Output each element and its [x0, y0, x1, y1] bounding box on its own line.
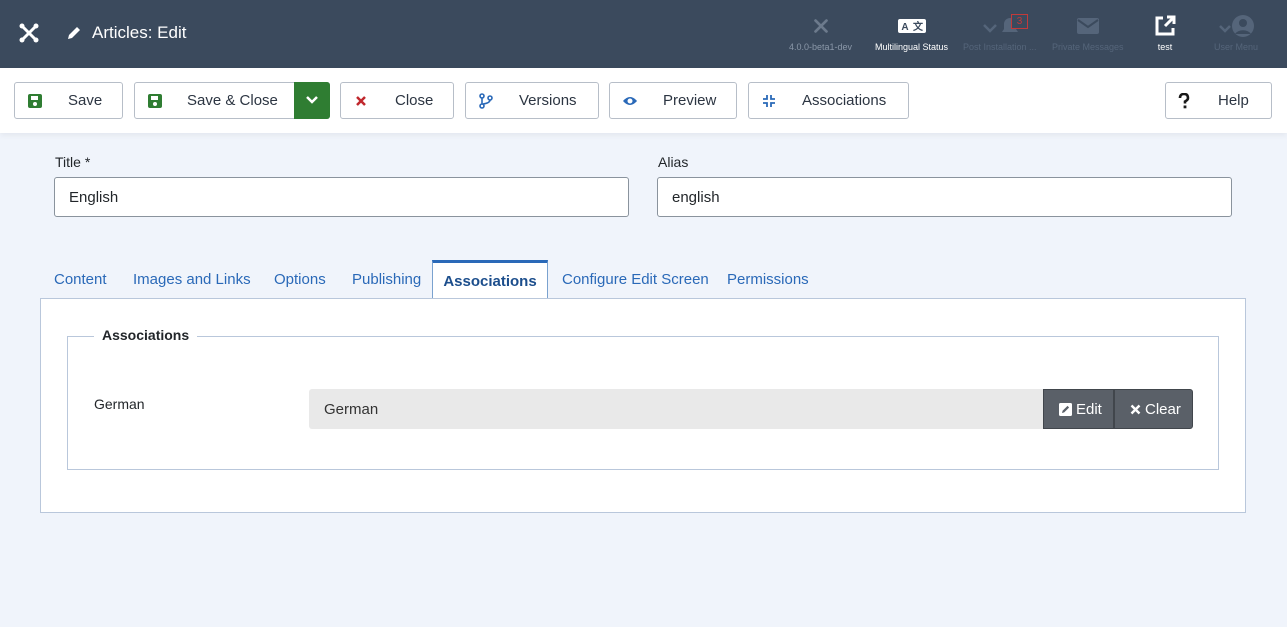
- save-label: Save: [68, 92, 103, 109]
- toolbar: Save Save & Close Close Versions Preview: [0, 68, 1287, 133]
- title-label: Title *: [55, 154, 91, 170]
- post-installation-item[interactable]: 3 Post Installation ...: [963, 14, 1037, 60]
- tab-options[interactable]: Options: [274, 260, 326, 299]
- user-icon: [1218, 14, 1254, 38]
- tab-permissions[interactable]: Permissions: [727, 260, 809, 299]
- external-link-icon: [1153, 14, 1177, 38]
- compress-icon: [761, 93, 777, 109]
- edit-icon: [1059, 402, 1072, 416]
- versions-label: Versions: [519, 92, 577, 109]
- post-installation-label: Post Installation ...: [963, 42, 1037, 52]
- association-language-label: German: [94, 396, 145, 412]
- save-button[interactable]: Save: [14, 82, 123, 119]
- private-messages-item[interactable]: Private Messages: [1052, 14, 1124, 60]
- save-options-dropdown[interactable]: [294, 82, 330, 119]
- preview-label: Preview: [663, 92, 717, 109]
- page-title: Articles: Edit: [92, 23, 187, 42]
- save-close-label: Save & Close: [187, 92, 278, 109]
- close-icon: [353, 93, 369, 109]
- code-branch-icon: [478, 93, 494, 109]
- tab-images-and-links[interactable]: Images and Links: [133, 260, 251, 299]
- help-button[interactable]: Help: [1165, 82, 1272, 119]
- notification-count-badge: 3: [1011, 14, 1028, 29]
- site-link-item[interactable]: test: [1153, 14, 1177, 60]
- associations-button[interactable]: Associations: [748, 82, 909, 119]
- title-input[interactable]: [54, 177, 629, 217]
- tab-content[interactable]: Content: [54, 260, 107, 299]
- top-header: Articles: Edit 4.0.0-beta1-dev A 文 Multi…: [0, 0, 1287, 68]
- associations-label: Associations: [802, 92, 887, 109]
- question-icon: [1176, 93, 1192, 109]
- joomla-small-icon: [811, 14, 831, 38]
- svg-text:文: 文: [913, 20, 924, 33]
- joomla-logo-icon[interactable]: [18, 22, 40, 44]
- user-menu-label: User Menu: [1214, 42, 1259, 52]
- eye-icon: [622, 93, 638, 109]
- clear-label: Clear: [1145, 400, 1181, 418]
- clear-association-button[interactable]: Clear: [1114, 389, 1193, 429]
- edit-label: Edit: [1076, 400, 1102, 418]
- association-value-field: German: [309, 389, 1044, 429]
- associations-panel: Associations German German Edit Clear: [40, 298, 1246, 513]
- chevron-down-icon: [305, 92, 319, 110]
- multilingual-status-item[interactable]: A 文 Multilingual Status: [875, 14, 948, 60]
- envelope-icon: [1076, 14, 1099, 38]
- edit-association-button[interactable]: Edit: [1043, 389, 1114, 429]
- close-icon: [1130, 404, 1141, 415]
- associations-fieldset: Associations German German Edit Clear: [67, 327, 1219, 470]
- version-item[interactable]: 4.0.0-beta1-dev: [789, 14, 852, 60]
- versions-button[interactable]: Versions: [465, 82, 599, 119]
- private-messages-label: Private Messages: [1052, 42, 1124, 52]
- main-content: Title * Alias Content Images and Links O…: [0, 133, 1287, 627]
- associations-legend: Associations: [94, 327, 198, 343]
- close-button[interactable]: Close: [340, 82, 454, 119]
- tab-associations[interactable]: Associations: [432, 260, 548, 299]
- version-label: 4.0.0-beta1-dev: [789, 42, 853, 52]
- multilingual-label: Multilingual Status: [875, 42, 949, 52]
- alias-label: Alias: [658, 154, 689, 170]
- language-icon: A 文: [897, 14, 926, 38]
- site-label: test: [1157, 42, 1173, 52]
- tab-publishing[interactable]: Publishing: [352, 260, 421, 299]
- help-label: Help: [1218, 92, 1249, 109]
- user-menu-item[interactable]: User Menu: [1214, 14, 1258, 60]
- tab-configure-edit-screen[interactable]: Configure Edit Screen: [562, 260, 709, 299]
- pencil-icon: [66, 25, 82, 41]
- close-label: Close: [395, 92, 434, 109]
- svg-text:A: A: [901, 22, 908, 33]
- preview-button[interactable]: Preview: [609, 82, 737, 119]
- association-value-text: German: [324, 400, 379, 418]
- alias-input[interactable]: [657, 177, 1232, 217]
- floppy-disk-icon: [27, 93, 43, 109]
- floppy-disk-icon: [147, 93, 163, 109]
